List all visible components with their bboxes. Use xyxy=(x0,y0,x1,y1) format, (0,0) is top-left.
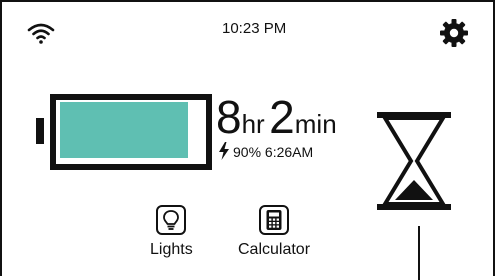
hourglass-icon[interactable] xyxy=(373,110,455,212)
runtime-minutes-unit: min xyxy=(294,109,337,139)
lights-app[interactable]: Lights xyxy=(150,205,193,259)
battery-terminal xyxy=(36,118,44,144)
full-charge-time: 6:26AM xyxy=(264,144,314,160)
runtime-hours-unit: hr xyxy=(241,109,265,139)
charge-percent: 90% xyxy=(233,144,262,160)
runtime-hours: 8 xyxy=(216,91,242,143)
calculator-label: Calculator xyxy=(238,241,311,258)
gear-icon[interactable] xyxy=(437,16,471,50)
clock-time: 10:23 PM xyxy=(222,20,287,37)
calculator-tile[interactable] xyxy=(259,205,290,235)
runtime-remaining: 8hr 2min xyxy=(216,94,337,144)
runtime-minutes: 2 xyxy=(269,91,295,143)
lights-label: Lights xyxy=(150,241,193,258)
hourglass-stem xyxy=(418,226,420,280)
calculator-app[interactable]: Calculator xyxy=(238,205,310,259)
calculator-icon xyxy=(266,210,282,230)
battery-level-fill xyxy=(60,102,188,158)
lights-tile[interactable] xyxy=(156,205,187,235)
charge-status: 90% 6:26AM xyxy=(233,144,313,160)
battery-indicator xyxy=(36,94,216,180)
lightning-bolt-icon xyxy=(219,142,229,160)
status-bar: 10:23 PM xyxy=(2,2,493,58)
wifi-icon xyxy=(27,23,55,44)
lightbulb-icon xyxy=(163,210,180,230)
device-screen: 10:23 PM 8hr 2min 90% 6:26AM Lights Calc… xyxy=(0,0,495,280)
